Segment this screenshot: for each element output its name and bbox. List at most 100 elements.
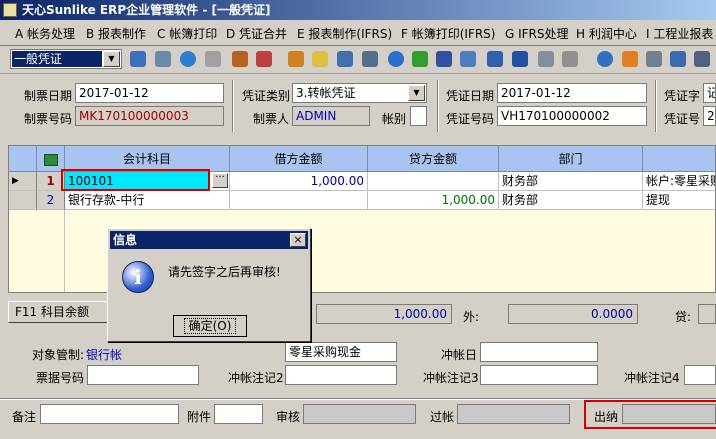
cart-icon[interactable]	[460, 51, 476, 67]
menu-voucher-merge[interactable]: D 凭证合并	[226, 25, 287, 42]
copy-icon[interactable]	[562, 51, 578, 67]
tools-icon[interactable]	[288, 51, 304, 67]
offset-note2-field[interactable]	[285, 365, 397, 385]
voucher-cat-select[interactable]: 3.转帐凭证 ▼	[292, 83, 427, 103]
grid-corner	[9, 146, 37, 172]
close-icon[interactable]: ×	[290, 233, 306, 247]
offset-note4-field[interactable]	[684, 365, 716, 385]
print-icon[interactable]	[538, 51, 554, 67]
voucher-type-select[interactable]: 一般凭证 ▼	[10, 49, 122, 69]
divider	[232, 80, 234, 132]
remark-label: 备注	[12, 410, 37, 424]
table-icon[interactable]	[512, 51, 528, 67]
col-extra[interactable]	[643, 146, 715, 172]
menu-report-ifrs[interactable]: E 报表制作(IFRS)	[297, 25, 392, 42]
current-row-arrow-icon: ▶	[9, 172, 37, 191]
object-label: 对象管制:	[32, 348, 85, 362]
debit-cell[interactable]: 1,000.00	[230, 172, 368, 191]
chevron-down-icon[interactable]: ▼	[408, 85, 425, 101]
window-title: 天心Sunlike ERP企业管理软件 - [一般凭证]	[0, 0, 716, 20]
ok-button[interactable]: 确定(O)	[173, 315, 247, 337]
col-credit[interactable]: 贷方金额	[368, 146, 499, 172]
make-date-field[interactable]: 2017-01-12	[75, 83, 224, 103]
edit-icon[interactable]	[670, 51, 686, 67]
voucher-num-label: 凭证号	[664, 112, 701, 126]
mail-icon[interactable]	[312, 51, 328, 67]
info-icon: i	[122, 261, 154, 293]
lookup-button[interactable]: ···	[212, 173, 228, 188]
help-icon[interactable]	[388, 51, 404, 67]
offset-date-field[interactable]	[480, 342, 598, 362]
bill-no-field[interactable]	[87, 365, 199, 385]
debit-cell[interactable]	[230, 191, 368, 210]
empty-row-area	[9, 210, 65, 292]
divider	[437, 80, 439, 132]
house-icon[interactable]	[256, 51, 272, 67]
voucher-date-field[interactable]: 2017-01-12	[497, 83, 647, 103]
post-label: 过帐	[430, 410, 455, 424]
voucher-no-field[interactable]: VH170100000002	[497, 106, 647, 126]
attach-field[interactable]	[214, 404, 263, 424]
voucher-cat-label: 凭证类别	[242, 89, 291, 103]
chart-icon[interactable]	[436, 51, 452, 67]
extra-cell[interactable]: 帐户:零星采购	[643, 172, 715, 191]
foreign-amount: 0.0000	[508, 304, 638, 324]
link-icon[interactable]	[362, 51, 378, 67]
find-icon[interactable]	[155, 51, 171, 67]
chevron-down-icon[interactable]: ▼	[103, 51, 120, 67]
menu-ledger-print-ifrs[interactable]: F 帐簿打印(IFRS)	[401, 25, 495, 42]
lock-icon[interactable]	[205, 51, 221, 67]
exit-icon[interactable]	[694, 51, 710, 67]
remark-field[interactable]	[40, 404, 179, 424]
voucher-cat-value: 3.转帐凭证	[296, 86, 356, 100]
account-cell[interactable]: 银行存款-中行	[65, 191, 230, 210]
summary-field[interactable]: 零星采购现金	[285, 342, 397, 362]
credit-cell[interactable]: 1,000.00	[368, 191, 499, 210]
ok-button-label: 确定(O)	[183, 318, 237, 334]
col-dept[interactable]: 部门	[499, 146, 643, 172]
credit-balance-label: 贷:	[675, 310, 692, 324]
voucher-num-field[interactable]: 2	[703, 106, 716, 126]
audit-label: 审核	[276, 410, 301, 424]
dept-cell[interactable]: 财务部	[499, 172, 643, 191]
make-date-label: 制票日期	[24, 89, 73, 103]
preview-icon[interactable]	[646, 51, 662, 67]
briefcase-icon[interactable]	[232, 51, 248, 67]
save-icon[interactable]	[337, 51, 353, 67]
refresh-icon[interactable]	[180, 51, 196, 67]
dept-cell[interactable]: 财务部	[499, 191, 643, 210]
offset-note3-field[interactable]	[480, 365, 598, 385]
info-dialog: 信息 × i 请先签字之后再审核! 确定(O)	[107, 228, 311, 342]
grid-icon[interactable]	[487, 51, 503, 67]
voucher-word-label: 凭证字	[664, 89, 701, 103]
menu-profit-center[interactable]: H 利润中心	[576, 25, 637, 42]
col-debit[interactable]: 借方金额	[230, 146, 368, 172]
maker-field: ADMIN	[292, 106, 370, 126]
menu-ifrs[interactable]: G IFRS处理	[505, 25, 569, 42]
currency-field[interactable]	[410, 106, 427, 126]
new-icon[interactable]	[130, 51, 146, 67]
money-icon[interactable]	[412, 51, 428, 67]
offset-note2-label: 冲帐注记2	[228, 371, 284, 385]
menu-engineering-report[interactable]: I 工程业报表	[646, 25, 713, 42]
attach-label: 附件	[187, 410, 212, 424]
excel-icon[interactable]	[43, 153, 58, 166]
object-value: 银行帐	[86, 348, 123, 362]
sound-icon[interactable]	[622, 51, 638, 67]
menu-report-make[interactable]: B 报表制作	[86, 25, 146, 42]
f11-balance-button[interactable]: F11 科目余额	[8, 301, 108, 323]
row-number: 2	[37, 191, 65, 210]
credit-cell[interactable]	[368, 172, 499, 191]
menu-accounting[interactable]: A 帐务处理	[15, 25, 75, 42]
account-lookup-cell[interactable]: ···	[210, 172, 230, 191]
make-no-field: MK170100000003	[75, 106, 224, 126]
highlight-box	[61, 169, 210, 191]
voucher-word-field[interactable]: 记	[703, 83, 716, 103]
offset-note3-label: 冲帐注记3	[423, 371, 479, 385]
dialog-message: 请先签字之后再审核!	[168, 265, 281, 279]
menu-ledger-print[interactable]: C 帐簿打印	[157, 25, 217, 42]
check-icon[interactable]	[597, 51, 613, 67]
extra-cell[interactable]: 提现	[643, 191, 715, 210]
voucher-no-label: 凭证号码	[446, 112, 495, 126]
credit-balance-field	[698, 304, 716, 324]
